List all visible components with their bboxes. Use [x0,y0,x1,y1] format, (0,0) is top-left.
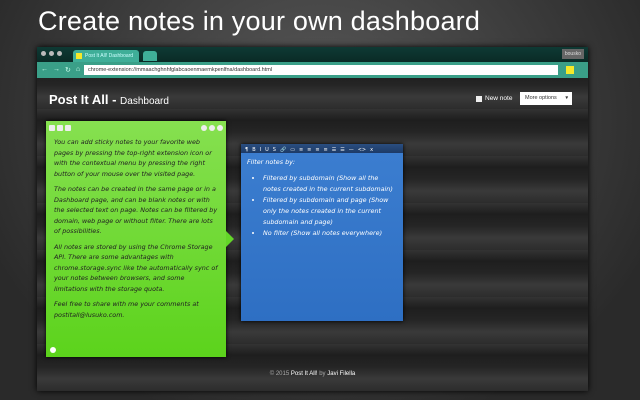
toolbar-button-icon[interactable]: S [273,145,276,153]
footer-app-link[interactable]: Post It All! [291,371,318,377]
note-paragraph: All notes are stored by using the Chrome… [54,242,218,293]
toolbar-button-icon[interactable]: ≡ [299,145,303,153]
note-paragraph: The notes can be created in the same pag… [54,185,218,235]
toolbar-button-icon[interactable]: 🔗 [280,145,286,153]
list-item: Filtered by subdomain and page (Show onl… [263,195,397,228]
toolbar-button-icon[interactable]: ☰ [332,145,336,153]
toolbar-button-icon[interactable]: B [252,145,255,153]
toolbar-button-icon[interactable]: ▭ [290,145,295,153]
toolbar-button-icon[interactable]: x [370,145,373,153]
note-left-controls [49,125,71,131]
toolbar-button-icon[interactable]: U [265,145,269,153]
list-item: No filter (Show all notes everywhere) [263,228,397,239]
note-paragraph: You can add sticky notes to your favorit… [54,138,212,178]
new-tab-button[interactable] [143,51,157,61]
note-title: Filter notes by: [247,158,296,166]
window-controls[interactable] [41,51,62,56]
brand-title: Post It All - Dashboard [49,92,169,107]
toolbar-button-icon[interactable]: ☰ [340,145,344,153]
checkbox-icon [476,95,482,102]
more-options-label: More options [525,95,557,101]
tab-title: Post It All! Dashboard [85,53,134,59]
toolbar-button-icon[interactable]: — [349,145,354,153]
toolbar-button-icon[interactable]: ≡ [307,145,311,153]
green-note[interactable]: You can add sticky notes to your favorit… [46,121,234,357]
close-icon[interactable] [217,125,223,131]
footer-by: by [319,371,326,377]
forward-icon[interactable]: → [53,66,60,74]
toolbar-button-icon[interactable]: I [260,145,261,153]
lock-icon[interactable] [201,125,207,131]
pin-icon[interactable] [49,125,55,131]
more-options-select[interactable]: More options ▾ [520,92,572,105]
address-bar: ← → ↻ ⌂ chrome-extension://mmaachghnhfglabc… [37,62,588,78]
postit-favicon-icon [76,53,82,59]
note-right-controls [201,125,223,131]
browser-window: Post It All! Dashboard bousko ← → ↻ ⌂ chrom… [37,47,588,391]
toolbar-button-icon[interactable]: ≡ [324,145,328,153]
brand-subtitle: Dashboard [120,96,169,107]
url-input[interactable]: chrome-extension://mmaachghnhfglabcaoenm… [84,65,558,75]
headline: Create notes in your own dashboard [38,6,481,36]
settings-icon[interactable] [209,125,215,131]
footer-author-link[interactable]: Javi Filella [327,371,355,377]
new-icon[interactable] [65,125,71,131]
caret-down-icon: ▾ [565,95,568,101]
brand-name: Post It All - [49,92,117,107]
tab-bar: Post It All! Dashboard bousko [37,47,588,62]
toolbar-button-icon[interactable]: ≡ [315,145,319,153]
dashboard-page: Post It All - Dashboard New note More op… [37,78,588,391]
color-picker-icon[interactable] [50,347,56,353]
new-note-label: New note [485,95,513,102]
editor-toolbar: ¶ B I U S 🔗 ▭ ≡ ≡ ≡ ≡ ☰ ☰ — <> x [241,144,403,153]
home-icon[interactable]: ⌂ [76,66,80,74]
copyright: © 2015 [269,371,290,377]
blue-note[interactable]: ¶ BIUS 🔗 ▭ ≡ ≡ ≡ ≡ ☰ ☰ — <> x Filter notes by: Filte… [241,144,403,321]
postit-extension-icon[interactable] [566,66,574,74]
back-icon[interactable]: ← [41,66,48,74]
toolbar-button-icon[interactable]: <> [358,145,366,153]
new-note-button[interactable]: New note [476,95,512,102]
reload-icon[interactable]: ↻ [65,66,71,74]
note-pointer [226,231,234,247]
tab-dashboard[interactable]: Post It All! Dashboard [73,50,139,62]
user-profile[interactable]: bousko [561,49,584,59]
minimize-icon[interactable] [57,125,63,131]
note-paragraph: Feel free to share with me your comments… [54,300,199,319]
list-item: Filtered by subdomain (Show all the note… [263,173,397,195]
footer: © 2015 Post It All! by Javi Filella [37,371,588,377]
toolbar-button-icon[interactable]: ¶ [245,145,248,153]
